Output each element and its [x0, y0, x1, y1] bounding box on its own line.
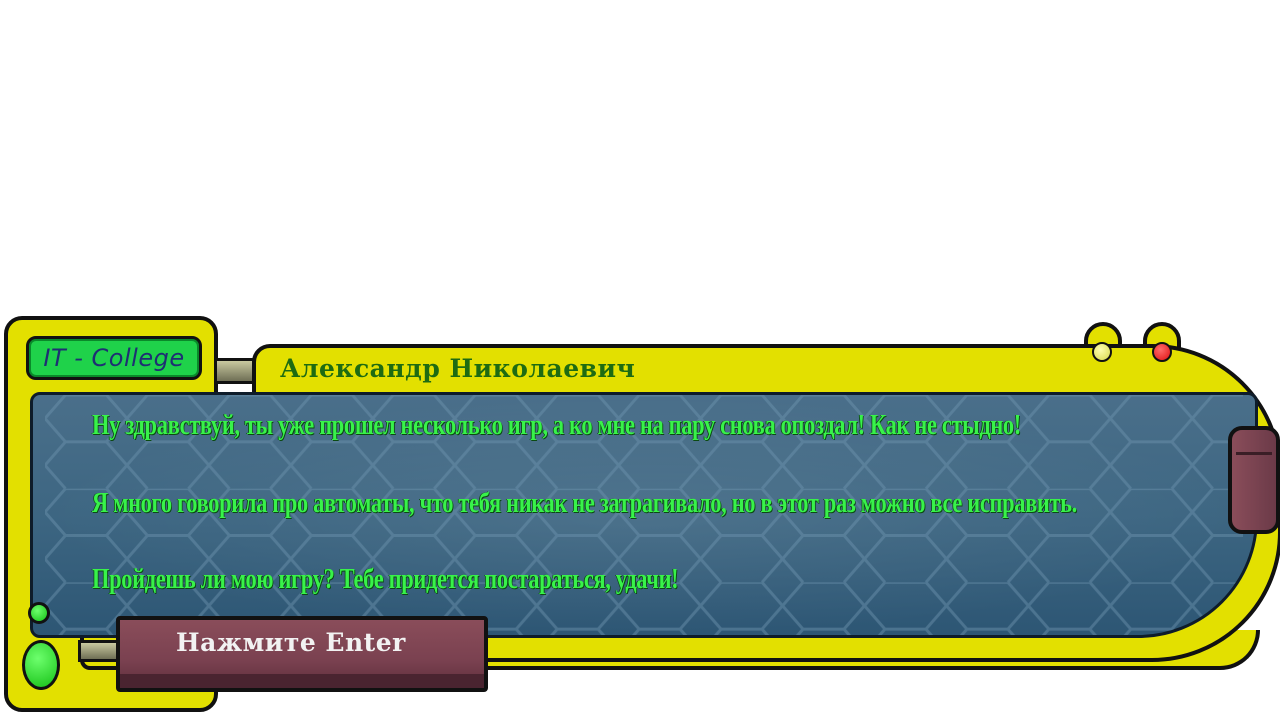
side-plug	[1228, 426, 1280, 534]
red-indicator-light	[1152, 342, 1172, 362]
green-indicator-light	[28, 602, 50, 624]
dialogue-line: Пройдешь ли мою игру? Тебе придется пост…	[92, 564, 679, 595]
speaker-name: Александр Николаевич	[280, 354, 636, 383]
dialogue-line: Ну здравствуй, ты уже прошел несколько и…	[92, 410, 1021, 441]
college-logo: IT - College	[26, 336, 202, 380]
continue-button-label: Нажмите Enter	[176, 628, 406, 657]
dialogue-line: Я много говорила про автоматы, что тебя …	[92, 488, 1077, 519]
dialogue-box: IT - College Александр Николаевич Ну здр…	[0, 0, 1280, 720]
yellow-indicator-light	[1092, 342, 1112, 362]
logo-text: IT - College	[43, 344, 185, 372]
continue-button[interactable]: Нажмите Enter	[116, 616, 488, 692]
green-indicator-light	[22, 640, 60, 690]
